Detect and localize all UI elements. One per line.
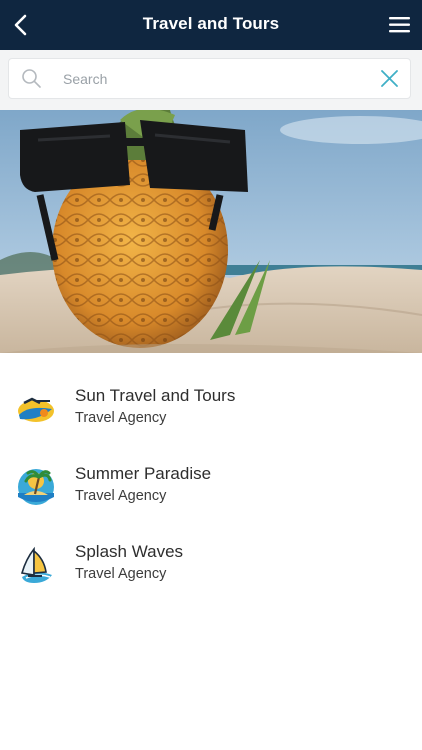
agency-list: Sun Travel and Tours Travel Agency Summe… (0, 371, 422, 605)
agency-name: Splash Waves (75, 542, 184, 561)
agency-name: Summer Paradise (75, 464, 212, 483)
menu-button[interactable] (386, 11, 414, 39)
agency-category: Travel Agency (75, 566, 167, 582)
agency-category: Travel Agency (75, 410, 167, 426)
windsurf-logo-icon (20, 546, 52, 583)
page-title: Travel and Tours (142, 14, 280, 33)
search-bar-container (0, 50, 422, 110)
list-item[interactable]: Summer Paradise Travel Agency (0, 449, 422, 527)
close-icon[interactable] (379, 68, 400, 89)
top-app-bar: Travel and Tours (0, 0, 422, 50)
agency-name: Sun Travel and Tours (75, 386, 236, 405)
pineapple-beach-illustration (0, 110, 422, 353)
search-input[interactable] (61, 63, 365, 95)
hero-image (0, 110, 422, 353)
agency-category: Travel Agency (75, 488, 167, 504)
palm-island-logo-icon (18, 469, 54, 505)
list-item[interactable]: Sun Travel and Tours Travel Agency (0, 371, 422, 449)
search-icon (22, 69, 41, 88)
hamburger-menu-icon (389, 17, 410, 33)
list-item[interactable]: Splash Waves Travel Agency (0, 527, 422, 605)
search-box[interactable] (8, 58, 411, 99)
sun-travel-logo-icon (18, 397, 54, 422)
